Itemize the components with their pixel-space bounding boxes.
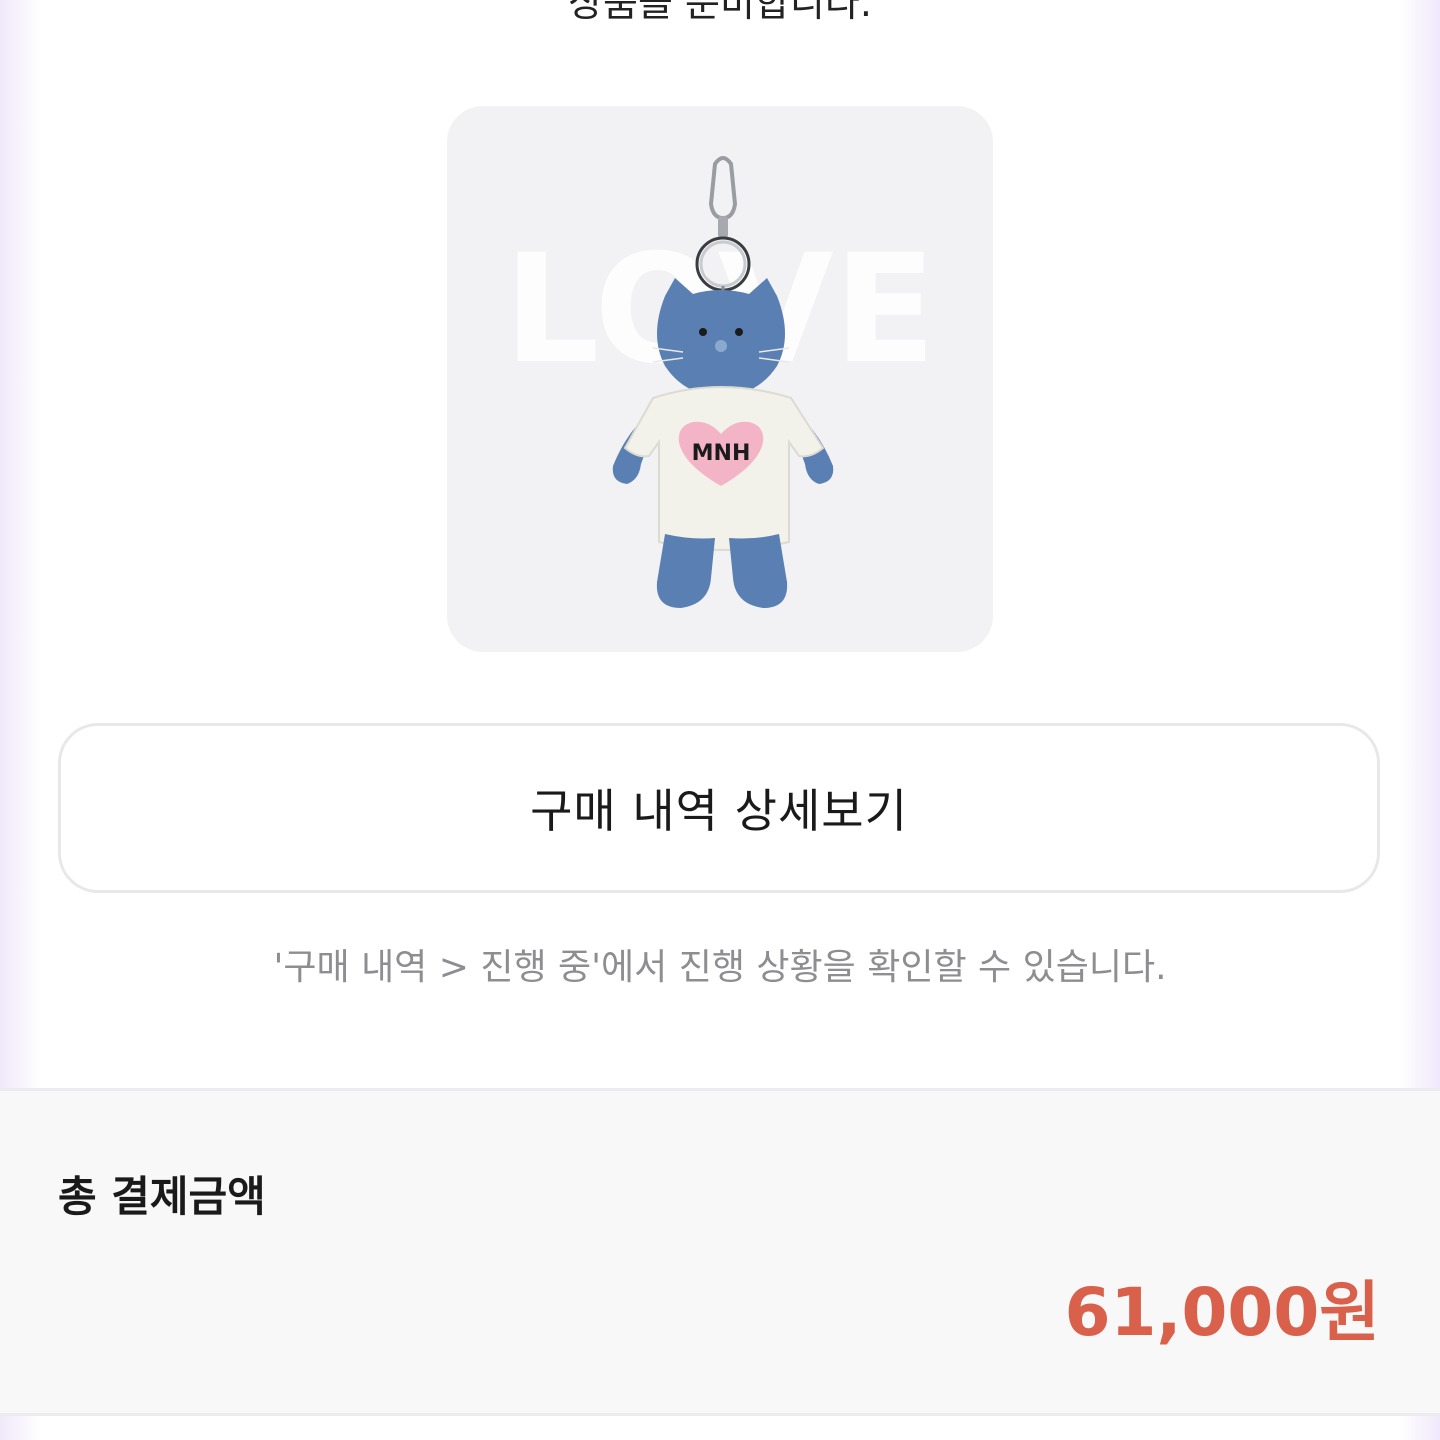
total-payment-label: 총 결제금액 <box>58 1172 266 1221</box>
order-complete-page: 상품을 준비합니다. LOVE MNH <box>0 0 1440 1440</box>
product-keyring-image: LOVE MNH <box>504 156 936 608</box>
status-message: 상품을 준비합니다. <box>568 0 872 25</box>
sweater-text: MNH <box>692 441 751 466</box>
payment-summary: 총 결제금액 61,000원 <box>0 1088 1440 1416</box>
total-payment-amount: 61,000원 <box>1064 1274 1380 1351</box>
progress-hint-text: '구매 내역 > 진행 중'에서 진행 상황을 확인할 수 있습니다. <box>273 947 1167 988</box>
product-image-card: LOVE MNH <box>447 106 993 652</box>
view-purchase-details-button[interactable]: 구매 내역 상세보기 <box>58 723 1380 893</box>
